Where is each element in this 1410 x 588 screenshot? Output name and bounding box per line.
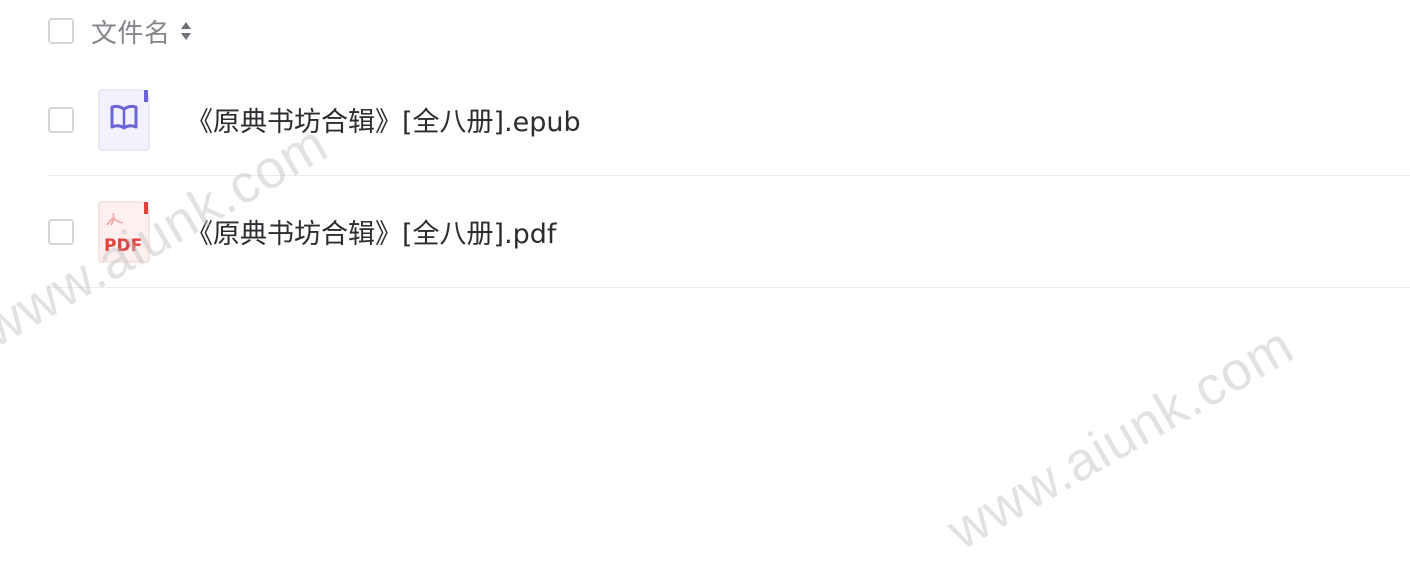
- file-name[interactable]: 《原典书坊合辑》[全八册].pdf: [186, 212, 556, 251]
- file-row-epub[interactable]: 《原典书坊合辑》[全八册].epub: [48, 64, 1410, 176]
- file-checkbox[interactable]: [48, 218, 74, 245]
- file-checkbox[interactable]: [48, 106, 74, 133]
- epub-book-icon: [98, 89, 150, 151]
- watermark-text: www.aiunk.com: [937, 315, 1304, 562]
- select-all-checkbox[interactable]: [48, 18, 74, 44]
- sort-updown-icon[interactable]: [179, 19, 193, 43]
- svg-text:PDF: PDF: [104, 236, 142, 256]
- file-list-header: 文件名: [48, 0, 1410, 62]
- file-name[interactable]: 《原典书坊合辑》[全八册].epub: [186, 100, 581, 139]
- filename-column-header[interactable]: 文件名: [91, 13, 171, 50]
- file-row-pdf[interactable]: PDF 《原典书坊合辑》[全八册].pdf: [48, 176, 1410, 288]
- file-list-page: 文件名 《原典书坊合辑》[全八册].epub PDF 《原典书坊合辑》[全八册]…: [0, 0, 1410, 588]
- pdf-file-icon: PDF: [98, 201, 150, 263]
